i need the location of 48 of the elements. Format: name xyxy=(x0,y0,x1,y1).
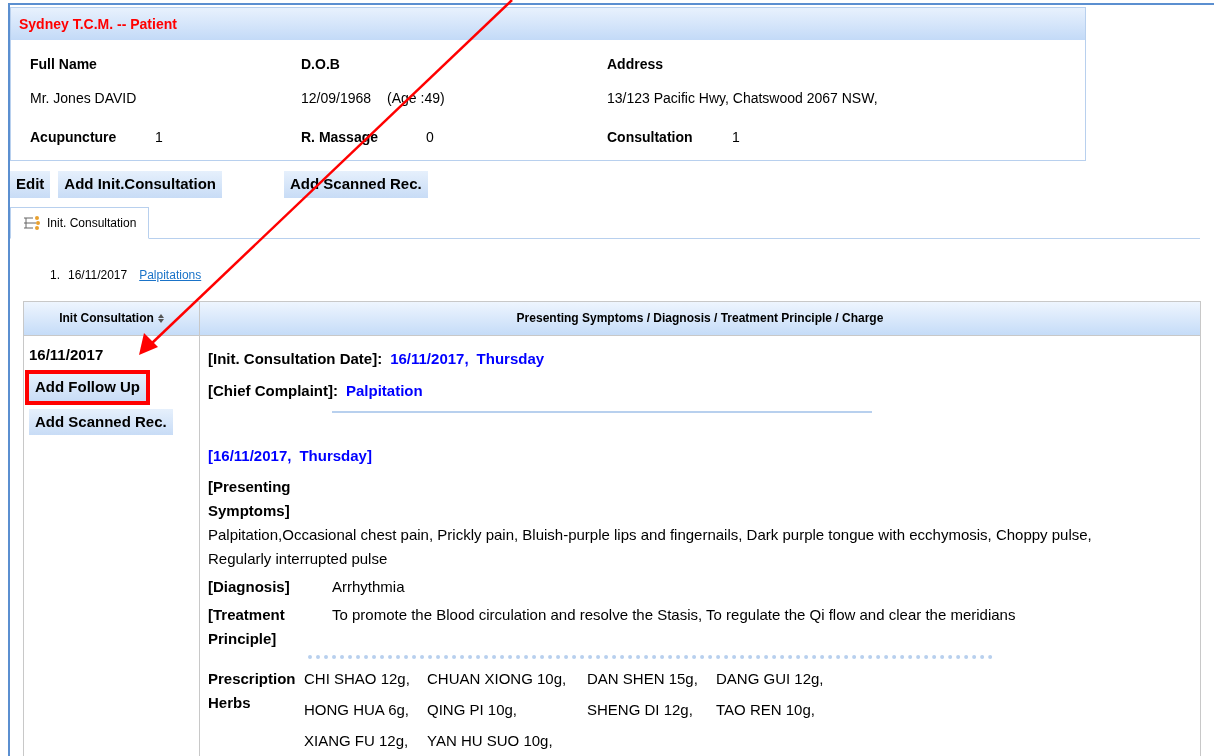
herbs-label: Prescription Herbs xyxy=(208,669,297,713)
row-action-button[interactable]: Add Scanned Rec. xyxy=(29,408,173,435)
field-value: 12/09/1968 xyxy=(301,89,372,108)
count-value: 1 xyxy=(732,128,740,147)
date-label: [Init. Consultation Date]: xyxy=(208,348,383,369)
flow-icon xyxy=(23,215,41,230)
column-header: Presenting Symptoms / Diagnosis / Treatment Principle / Charge xyxy=(515,310,885,327)
herb-item: SHENG DI 12g, xyxy=(587,700,694,720)
section-label: [Diagnosis] xyxy=(208,577,291,597)
action-button[interactable]: Edit xyxy=(10,171,51,198)
herb-item: HONG HUA 6g, xyxy=(304,700,411,720)
count-label: Acupuncture xyxy=(30,128,118,147)
visit-day: Thursday] xyxy=(299,444,372,467)
row-date: 16/11/2017 xyxy=(29,344,104,365)
tab[interactable]: Init. Consultation xyxy=(10,206,150,239)
consult-link[interactable]: Palpitations xyxy=(139,265,202,284)
count-value: 0 xyxy=(426,128,434,147)
herb-item: QING PI 10g, xyxy=(427,700,519,720)
day-value: Thursday xyxy=(476,348,545,369)
column-header[interactable]: Init Consultation xyxy=(24,301,200,335)
herb-item: TAO REN 10g, xyxy=(716,700,816,720)
list-number: 1. xyxy=(50,266,60,284)
section-label: [Presenting Symptoms] xyxy=(208,477,292,521)
herb-item: DAN SHEN 15g, xyxy=(587,669,699,689)
complaint-value: Palpitation xyxy=(346,381,423,401)
action-button[interactable]: Add Init.Consultation xyxy=(58,171,222,198)
field-label: Address xyxy=(607,55,665,74)
herb-item: XIANG FU 12g, xyxy=(304,731,410,751)
date-value: 16/11/2017, xyxy=(390,348,469,369)
sort-icon xyxy=(157,313,164,323)
section-text: Arrhythmia xyxy=(332,577,405,597)
herb-item: CHI SHAO 12g, xyxy=(304,669,411,689)
herb-item: DANG GUI 12g, xyxy=(716,669,824,689)
count-value: 1 xyxy=(155,128,163,147)
field-label: Full Name xyxy=(30,55,98,74)
section-label: [Treatment Principle] xyxy=(208,605,286,649)
visit-date: [16/11/2017, xyxy=(208,445,292,466)
herb-item: YAN HU SUO 10g, xyxy=(427,731,554,751)
count-label: Consultation xyxy=(607,128,694,147)
section-text: Palpitation,Occasional chest pain, Prickly pain, Bluish-purple lips and fingernails, Dark purple tongue with ecchymosis, Choppy pulse, Regularly interrupted pulse xyxy=(208,525,1093,569)
complaint-label: [Chief Complaint]: xyxy=(208,381,338,401)
consult-date: 16/11/2017 xyxy=(68,266,128,284)
field-label: D.O.B xyxy=(301,55,341,74)
panel-title: Sydney T.C.M. -- Patient xyxy=(19,14,177,34)
section-text: To promote the Blood circulation and resolve the Stasis, To regulate the Qi flow and clear the meridians xyxy=(332,605,1016,625)
field-value: Mr. Jones DAVID xyxy=(30,89,137,108)
field-value: 13/123 Pacific Hwy, Chatswood 2067 NSW, xyxy=(607,89,878,108)
herb-item: CHUAN XIONG 10g, xyxy=(427,669,568,689)
